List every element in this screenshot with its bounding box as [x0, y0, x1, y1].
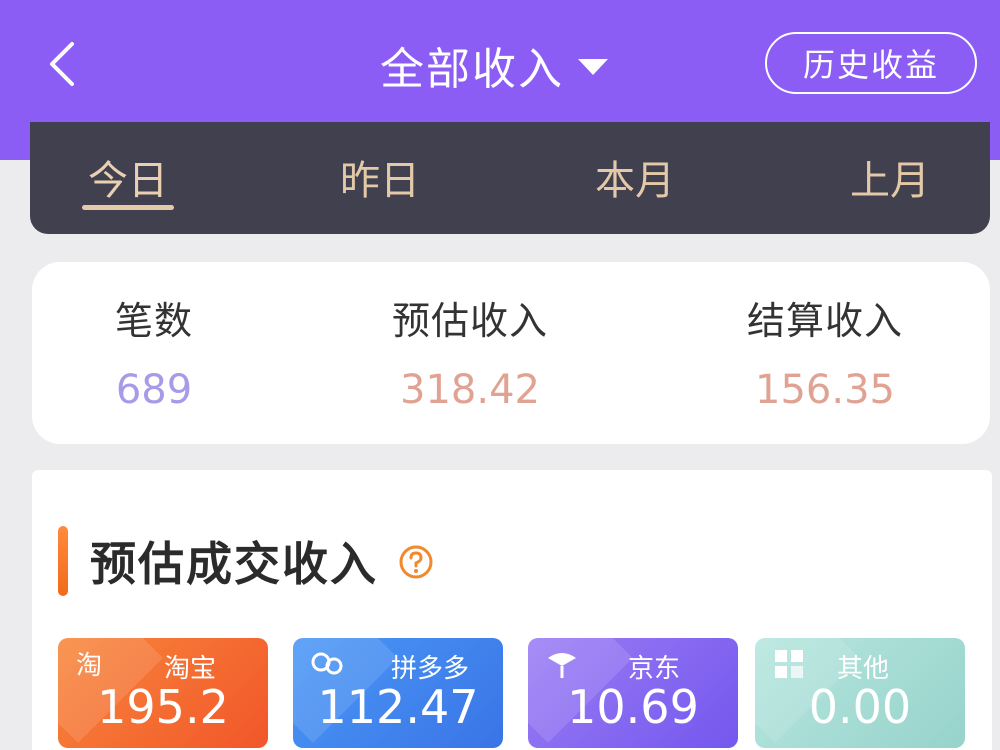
- tab-yesterday[interactable]: 昨日: [310, 148, 450, 208]
- income-page: 全部收入 历史收益 今日 昨日 本月 上月 笔数 689 预估收入 318.42: [0, 0, 1000, 750]
- stat-label: 结算收入: [746, 299, 903, 343]
- stat-value: 689: [115, 367, 193, 413]
- platform-card-jd[interactable]: 京东 10.69: [528, 638, 738, 748]
- platform-card-other[interactable]: 其他 0.00: [755, 638, 965, 748]
- summary-stats-card: 笔数 689 预估收入 318.42 结算收入 156.35: [32, 262, 990, 444]
- page-title: 全部收入: [380, 44, 564, 95]
- history-earnings-button[interactable]: 历史收益: [765, 32, 977, 94]
- pinduoduo-icon: [311, 652, 343, 675]
- stat-value: 156.35: [755, 367, 895, 413]
- section-title: 预估成交收入: [90, 537, 378, 591]
- chevron-left-icon: [50, 42, 74, 86]
- caret-down-icon: [578, 59, 608, 75]
- stat-label: 预估收入: [391, 299, 548, 343]
- section-accent-bar: [58, 526, 68, 596]
- stat-estimated-income: 预估收入 318.42: [340, 290, 600, 413]
- period-tabs: 今日 昨日 本月 上月: [30, 122, 990, 234]
- svg-text:淘: 淘: [76, 651, 102, 681]
- tab-label: 今日: [88, 158, 168, 204]
- estimated-deal-income-section: 预估成交收入 淘 淘宝 195.2 拼多多 112.47 京东 10.69 其他…: [32, 470, 992, 750]
- back-button[interactable]: [40, 36, 90, 92]
- taobao-icon: 淘: [76, 651, 102, 681]
- platform-value: 0.00: [808, 680, 912, 734]
- tab-label: 昨日: [340, 158, 420, 204]
- active-tab-underline: [82, 205, 174, 210]
- income-type-dropdown[interactable]: 全部收入: [380, 30, 608, 100]
- other-grid-icon: [775, 650, 803, 678]
- platform-card-pinduoduo[interactable]: 拼多多 112.47: [293, 638, 503, 748]
- platform-value: 195.2: [97, 680, 229, 734]
- platform-value: 112.47: [317, 680, 479, 734]
- question-circle-icon: [399, 545, 433, 579]
- stat-value: 318.42: [400, 367, 540, 413]
- stat-label: 笔数: [114, 299, 193, 343]
- tab-today[interactable]: 今日: [58, 148, 198, 210]
- tab-label: 本月: [595, 158, 675, 204]
- jd-icon: [548, 653, 576, 678]
- stat-order-count: 笔数 689: [24, 290, 284, 413]
- tab-this-month[interactable]: 本月: [565, 148, 705, 208]
- tab-last-month[interactable]: 上月: [820, 148, 960, 208]
- tab-label: 上月: [850, 158, 930, 204]
- platform-card-taobao[interactable]: 淘 淘宝 195.2: [58, 638, 268, 748]
- help-question-icon[interactable]: [398, 544, 434, 580]
- stat-settled-income: 结算收入 156.35: [695, 290, 955, 413]
- platform-value: 10.69: [567, 680, 699, 734]
